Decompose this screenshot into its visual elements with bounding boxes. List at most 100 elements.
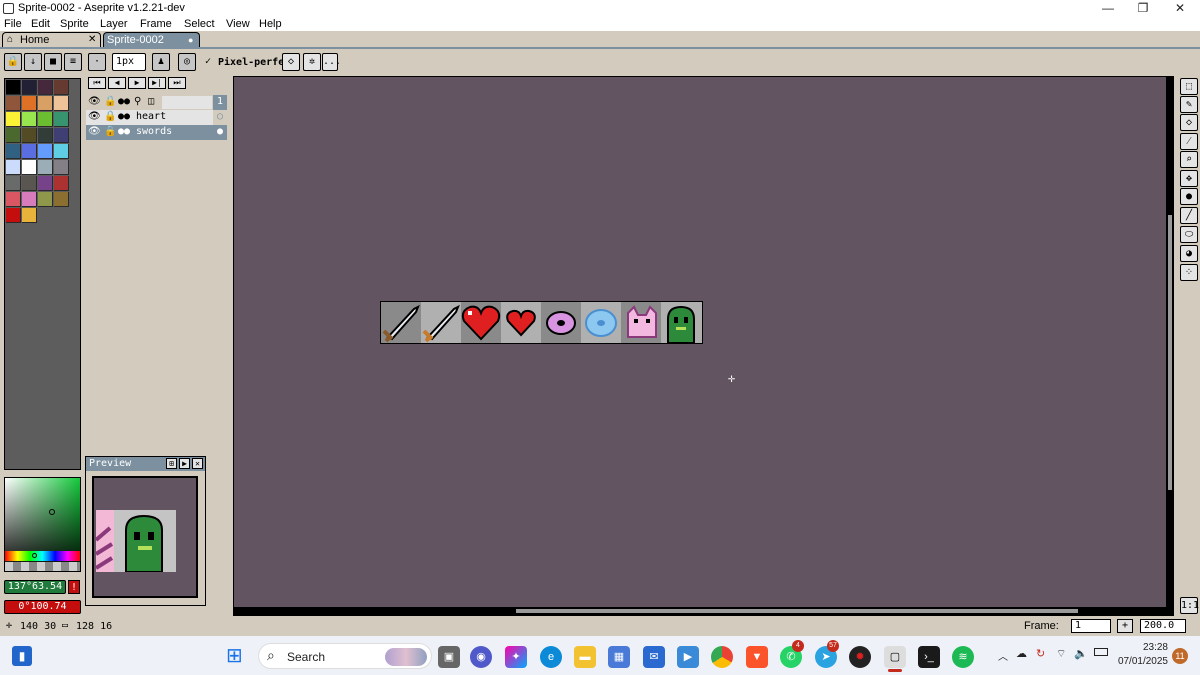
clock-time[interactable]: 23:28	[1112, 642, 1168, 653]
palette-swatch[interactable]	[54, 160, 69, 175]
palette-swatch[interactable]	[54, 176, 69, 191]
spray-tool-icon[interactable]: ⁘	[1180, 264, 1198, 281]
windows-start-icon[interactable]: ⊞	[226, 645, 248, 667]
palette-swatch[interactable]	[54, 192, 69, 207]
download-icon[interactable]: ↓	[24, 53, 42, 71]
palette-swatch[interactable]	[6, 160, 21, 175]
menu-file[interactable]: File	[4, 17, 22, 31]
mail-icon[interactable]: ✉	[643, 646, 665, 668]
wifi-icon[interactable]: ⌔	[1056, 647, 1066, 661]
palette-swatch[interactable]	[6, 176, 21, 191]
last-frame-button[interactable]: ⏭	[168, 77, 186, 89]
palette-swatch[interactable]	[54, 80, 69, 95]
aseprite-icon[interactable]: ▢	[884, 646, 906, 668]
palette-swatch[interactable]	[38, 112, 53, 127]
preview-canvas[interactable]	[92, 476, 198, 598]
menu-sprite[interactable]: Sprite	[60, 17, 89, 31]
ink-icon[interactable]: ♟	[152, 53, 170, 71]
palette-swatch[interactable]	[22, 176, 37, 191]
menu-frame[interactable]: Frame	[140, 17, 172, 31]
layer-row-heart[interactable]: 👁 🔒 ●● heart ○	[86, 110, 227, 125]
lock-icon[interactable]: 🔒	[104, 110, 116, 123]
lock-icon[interactable]: 🔒	[4, 53, 22, 71]
horizontal-scroll-thumb[interactable]	[516, 609, 1078, 613]
eye-icon[interactable]: 👁	[88, 110, 101, 123]
brave-icon[interactable]: ▼	[746, 646, 768, 668]
palette-swatch[interactable]	[38, 96, 53, 111]
background-color-button[interactable]: 0°100.74	[4, 600, 81, 614]
palette-swatch[interactable]	[22, 80, 37, 95]
edge-icon[interactable]: e	[540, 646, 562, 668]
palette-swatch[interactable]	[54, 144, 69, 159]
menu-layer[interactable]: Layer	[100, 17, 128, 31]
pencil-tool-icon[interactable]: ✎	[1180, 96, 1198, 113]
tiled-icon[interactable]: ✲	[303, 53, 321, 71]
marquee-tool-icon[interactable]: ⬚	[1180, 78, 1198, 95]
eraser-tool-icon[interactable]: ◇	[1180, 114, 1198, 131]
square-brush-icon[interactable]: ■	[44, 53, 62, 71]
first-frame-button[interactable]: ⏮	[88, 77, 106, 89]
copilot-icon[interactable]: ✦	[505, 646, 527, 668]
preview-play-icon[interactable]: ▶	[179, 458, 190, 469]
search-box[interactable]: ⌕ Search	[258, 643, 432, 669]
frame-header[interactable]: 1	[213, 95, 227, 110]
vertical-scroll-thumb[interactable]	[1168, 215, 1172, 490]
palette-swatch[interactable]	[38, 192, 53, 207]
layer-row-swords[interactable]: 👁 🔒 ●● swords ●	[86, 125, 227, 140]
line-tool-icon[interactable]: ╱	[1180, 207, 1198, 224]
link-header-icon[interactable]: ⚲	[134, 95, 141, 108]
palette-swatch[interactable]	[6, 192, 21, 207]
menu-view[interactable]: View	[226, 17, 250, 31]
terminal-icon[interactable]: ›_	[918, 646, 940, 668]
vertical-scrollbar[interactable]	[1166, 77, 1174, 607]
palette-swatch[interactable]	[38, 128, 53, 143]
continuous-header-icon[interactable]: ●●	[118, 95, 130, 108]
task-view-icon[interactable]: ▣	[438, 646, 460, 668]
hue-slider[interactable]	[5, 551, 80, 561]
chrome-icon[interactable]	[711, 646, 733, 668]
palette-swatch[interactable]	[6, 96, 21, 111]
palette-swatch[interactable]	[22, 144, 37, 159]
volume-icon[interactable]: 🔈	[1074, 647, 1088, 660]
tray-chevron-icon[interactable]: ︿	[998, 648, 1008, 663]
more-options-button[interactable]: ...	[322, 53, 341, 71]
clock-date[interactable]: 07/01/2025	[1112, 656, 1168, 667]
prime-video-icon[interactable]: ▶	[677, 646, 699, 668]
continuous-icon[interactable]: ●●	[118, 125, 130, 138]
palette-swatch[interactable]	[22, 208, 37, 223]
fill-tool-icon[interactable]: ●	[1180, 188, 1198, 205]
palette-swatch[interactable]	[6, 112, 21, 127]
close-window-button[interactable]: ✕	[1160, 0, 1200, 17]
file-explorer-icon[interactable]: ▬	[574, 646, 596, 668]
tab-home[interactable]: ⌂ Home ✕	[2, 32, 101, 48]
tab-sprite[interactable]: Sprite-0002 ●	[103, 32, 200, 48]
palette-swatch[interactable]	[54, 96, 69, 111]
foreground-color-button[interactable]: 137°63.54	[4, 580, 66, 594]
list-icon[interactable]: ≡	[64, 53, 82, 71]
teams-icon[interactable]: ◉	[470, 646, 492, 668]
alpha-slider[interactable]	[5, 562, 80, 571]
palette-swatch[interactable]	[38, 176, 53, 191]
menu-help[interactable]: Help	[259, 17, 282, 31]
battery-icon[interactable]	[1094, 648, 1108, 656]
sync-icon[interactable]: ↻	[1036, 647, 1045, 660]
palette-swatch[interactable]	[6, 128, 21, 143]
palette-swatch[interactable]	[22, 128, 37, 143]
next-frame-button[interactable]: ▶|	[148, 77, 166, 89]
palette-swatch[interactable]	[22, 192, 37, 207]
continuous-icon[interactable]: ●●	[118, 110, 130, 123]
cloud-icon[interactable]: ☁	[1016, 647, 1027, 660]
move-tool-icon[interactable]: ✥	[1180, 170, 1198, 187]
palette-swatch[interactable]	[38, 80, 53, 95]
horizontal-scrollbar[interactable]	[234, 607, 1174, 615]
widgets-icon[interactable]: ▮	[12, 646, 32, 666]
tab-home-close-icon[interactable]: ✕	[88, 33, 96, 47]
palette-swatch[interactable]	[38, 160, 53, 175]
lock-header-icon[interactable]: 🔒	[104, 95, 116, 108]
palette-swatch[interactable]	[22, 96, 37, 111]
palette-swatch[interactable]	[6, 144, 21, 159]
menu-edit[interactable]: Edit	[31, 17, 50, 31]
cel-icon[interactable]: ●	[213, 125, 227, 140]
visibility-header-icon[interactable]: 👁	[88, 95, 101, 108]
brush-size-field[interactable]: 1px	[112, 53, 146, 71]
